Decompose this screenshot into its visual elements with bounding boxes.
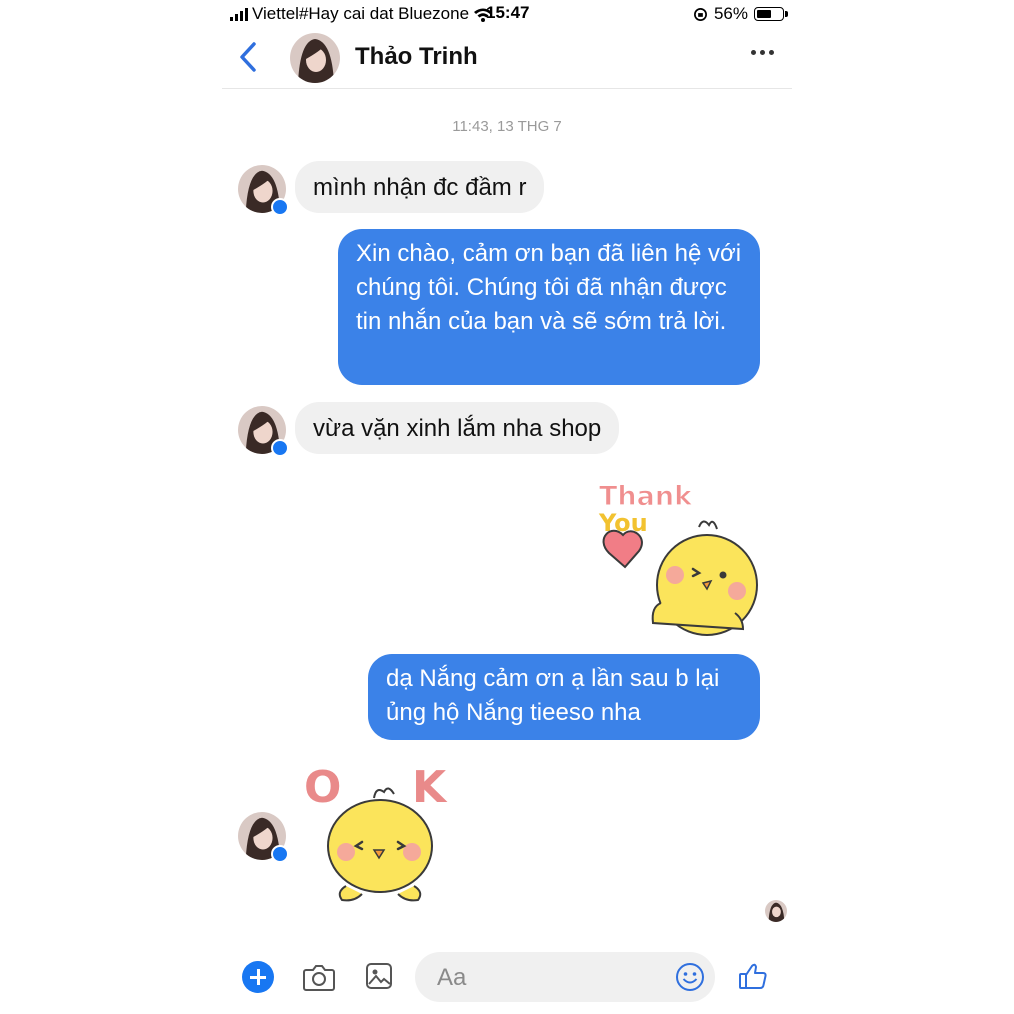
image-gallery-icon[interactable] [365,962,393,990]
message-input-box[interactable] [415,952,715,1004]
incoming-message[interactable]: mình nhận đc đầm r [295,161,545,213]
camera-icon[interactable] [302,961,336,993]
sender-avatar[interactable] [238,812,289,863]
sticker-text-you: You [598,509,648,537]
carrier-label: Viettel#Hay cai dat Bluezone [252,4,470,23]
battery-percent: 56% [713,4,748,23]
sender-avatar[interactable] [238,165,289,216]
sticker-text-thank: Thank [599,481,693,512]
messenger-badge-icon [271,845,289,863]
emoji-icon[interactable] [675,962,705,992]
sticker-letter-k: K [412,762,448,813]
ok-sticker[interactable]: O K [302,758,452,908]
seen-indicator-avatar [765,900,787,922]
orientation-lock-icon [694,7,707,21]
battery-icon [754,7,788,21]
outgoing-message[interactable]: dạ Nắng cảm ơn ạ lần sau b lại ủng hộ Nắ… [368,654,760,740]
status-bar: Viettel#Hay cai dat Bluezone 15:47 56% [222,0,792,28]
messenger-badge-icon [271,198,289,216]
messenger-screen: Viettel#Hay cai dat Bluezone 15:47 56% T… [222,0,792,1014]
more-options-icon[interactable] [751,50,774,55]
clock: 15:47 [486,3,530,22]
signal-icon [230,7,248,21]
contact-avatar[interactable] [290,33,340,83]
outgoing-message[interactable]: Xin chào, cảm ơn bạn đã liên hệ với chún… [338,229,760,385]
message-input[interactable] [435,952,669,1004]
incoming-message[interactable]: vừa vặn xinh lắm nha shop [295,402,620,454]
messenger-badge-icon [271,439,289,457]
message-composer [222,940,792,1014]
plus-icon[interactable] [242,961,274,993]
conversation-header: Thảo Trinh [222,28,792,89]
contact-name[interactable]: Thảo Trinh [355,43,478,71]
message-timestamp: 11:43, 13 THG 7 [452,118,562,135]
thank-you-sticker[interactable]: Thank You [595,475,765,640]
back-chevron-icon[interactable] [234,40,264,74]
sender-avatar[interactable] [238,406,289,457]
like-thumbs-up-icon[interactable] [737,960,769,992]
sticker-letter-o: O [304,762,341,813]
